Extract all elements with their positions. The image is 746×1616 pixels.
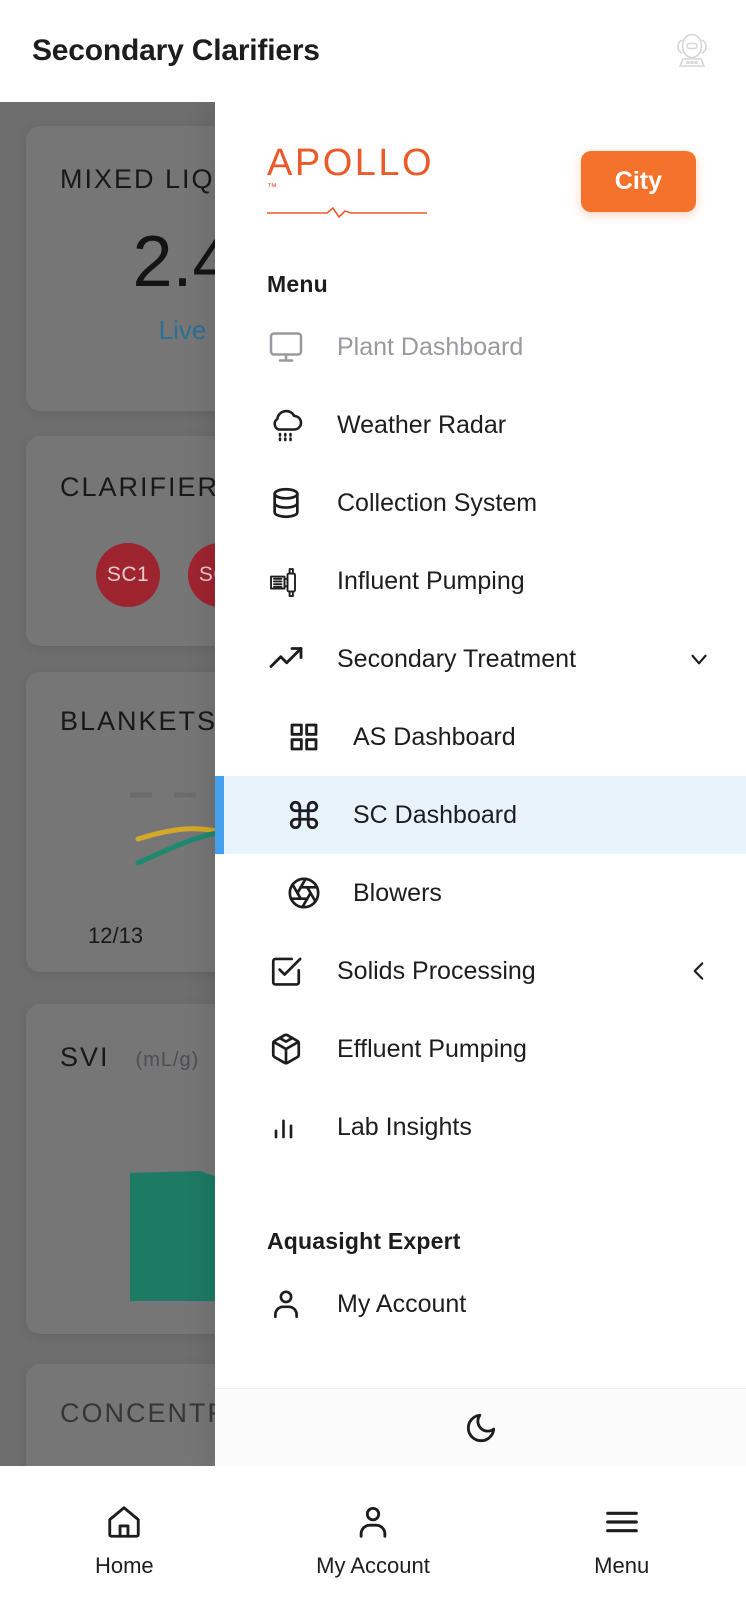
menu-list: Plant Dashboard Weather Radar Collection… bbox=[215, 308, 746, 1166]
drawer-footer bbox=[215, 1388, 746, 1466]
menu-item-solids-processing[interactable]: Solids Processing bbox=[215, 932, 746, 1010]
menu-item-label: SC Dashboard bbox=[353, 800, 517, 829]
menu-item-lab-insights[interactable]: Lab Insights bbox=[215, 1088, 746, 1166]
user-icon bbox=[267, 1285, 305, 1323]
menu-item-label: Solids Processing bbox=[337, 956, 536, 985]
drawer-brand-row: APOLLO™ City bbox=[215, 102, 746, 219]
menu-item-label: Plant Dashboard bbox=[337, 332, 524, 361]
menu-item-plant-dashboard[interactable]: Plant Dashboard bbox=[215, 308, 746, 386]
menu-item-label: Collection System bbox=[337, 488, 538, 517]
bar-chart-icon bbox=[267, 1108, 305, 1146]
menu-item-weather-radar[interactable]: Weather Radar bbox=[215, 386, 746, 464]
city-selector-button[interactable]: City bbox=[580, 151, 696, 213]
bottom-nav-label: My Account bbox=[316, 1553, 430, 1578]
apollo-logo: APOLLO™ bbox=[267, 144, 432, 219]
user-icon bbox=[354, 1503, 392, 1541]
pulse-line-icon bbox=[267, 207, 427, 219]
card-title: SVI bbox=[60, 1042, 110, 1072]
card-unit: (mL/g) bbox=[135, 1049, 200, 1071]
menu-section-label: Menu bbox=[267, 271, 328, 298]
hamburger-icon bbox=[603, 1503, 641, 1541]
bottom-navigation-bar: Home My Account Menu bbox=[0, 1466, 746, 1616]
expert-section-label: Aquasight Expert bbox=[267, 1228, 461, 1255]
menu-item-as-dashboard[interactable]: AS Dashboard bbox=[215, 698, 746, 776]
menu-item-label: AS Dashboard bbox=[353, 722, 516, 751]
expert-list: My Account bbox=[215, 1265, 746, 1343]
menu-item-secondary-treatment[interactable]: Secondary Treatment bbox=[215, 620, 746, 698]
monitor-icon bbox=[267, 328, 305, 366]
menu-item-label: Lab Insights bbox=[337, 1112, 472, 1141]
bottom-nav-my-account[interactable]: My Account bbox=[249, 1503, 498, 1579]
aperture-icon bbox=[285, 874, 323, 912]
page-title: Secondary Clarifiers bbox=[32, 34, 320, 67]
chevron-left-icon[interactable] bbox=[686, 958, 712, 984]
chevron-down-icon[interactable] bbox=[686, 646, 712, 672]
robot-icon[interactable] bbox=[670, 29, 714, 73]
home-icon bbox=[105, 1503, 143, 1541]
moon-icon[interactable] bbox=[461, 1408, 501, 1448]
menu-item-label: Weather Radar bbox=[337, 410, 507, 439]
bottom-nav-label: Home bbox=[94, 1553, 154, 1578]
apollo-logo-text: APOLLO bbox=[267, 142, 435, 184]
menu-item-label: My Account bbox=[337, 1289, 467, 1318]
clarifier-badge: SC1 bbox=[96, 543, 160, 607]
trending-up-icon bbox=[267, 640, 305, 678]
bottom-nav-home[interactable]: Home bbox=[0, 1503, 249, 1579]
grid-icon bbox=[285, 718, 323, 756]
drawer-scroll-area[interactable]: APOLLO™ City Menu Plant Dashboard Weathe… bbox=[215, 102, 746, 1388]
menu-item-influent-pumping[interactable]: Influent Pumping bbox=[215, 542, 746, 620]
menu-item-label: Influent Pumping bbox=[337, 566, 525, 595]
app-header: Secondary Clarifiers bbox=[0, 0, 746, 102]
bottom-nav-label: Menu bbox=[594, 1553, 650, 1578]
check-square-icon bbox=[267, 952, 305, 990]
menu-item-blowers[interactable]: Blowers bbox=[215, 854, 746, 932]
bottom-nav-menu[interactable]: Menu bbox=[497, 1503, 746, 1579]
menu-item-sc-dashboard[interactable]: SC Dashboard bbox=[215, 776, 746, 855]
package-icon bbox=[267, 1030, 305, 1068]
pump-icon bbox=[267, 562, 305, 600]
command-icon bbox=[285, 796, 323, 834]
navigation-drawer: APOLLO™ City Menu Plant Dashboard Weathe… bbox=[215, 102, 746, 1466]
cloud-rain-icon bbox=[267, 406, 305, 444]
menu-item-label: Secondary Treatment bbox=[337, 644, 577, 673]
menu-item-label: Blowers bbox=[353, 878, 442, 907]
menu-item-label: Effluent Pumping bbox=[337, 1034, 527, 1063]
app-screen: Secondary Clarifiers MIXED LIQUOR 2.4 Li… bbox=[0, 0, 746, 1616]
database-icon bbox=[267, 484, 305, 522]
menu-item-my-account[interactable]: My Account bbox=[215, 1265, 746, 1343]
menu-item-collection-system[interactable]: Collection System bbox=[215, 464, 746, 542]
menu-item-effluent-pumping[interactable]: Effluent Pumping bbox=[215, 1010, 746, 1088]
